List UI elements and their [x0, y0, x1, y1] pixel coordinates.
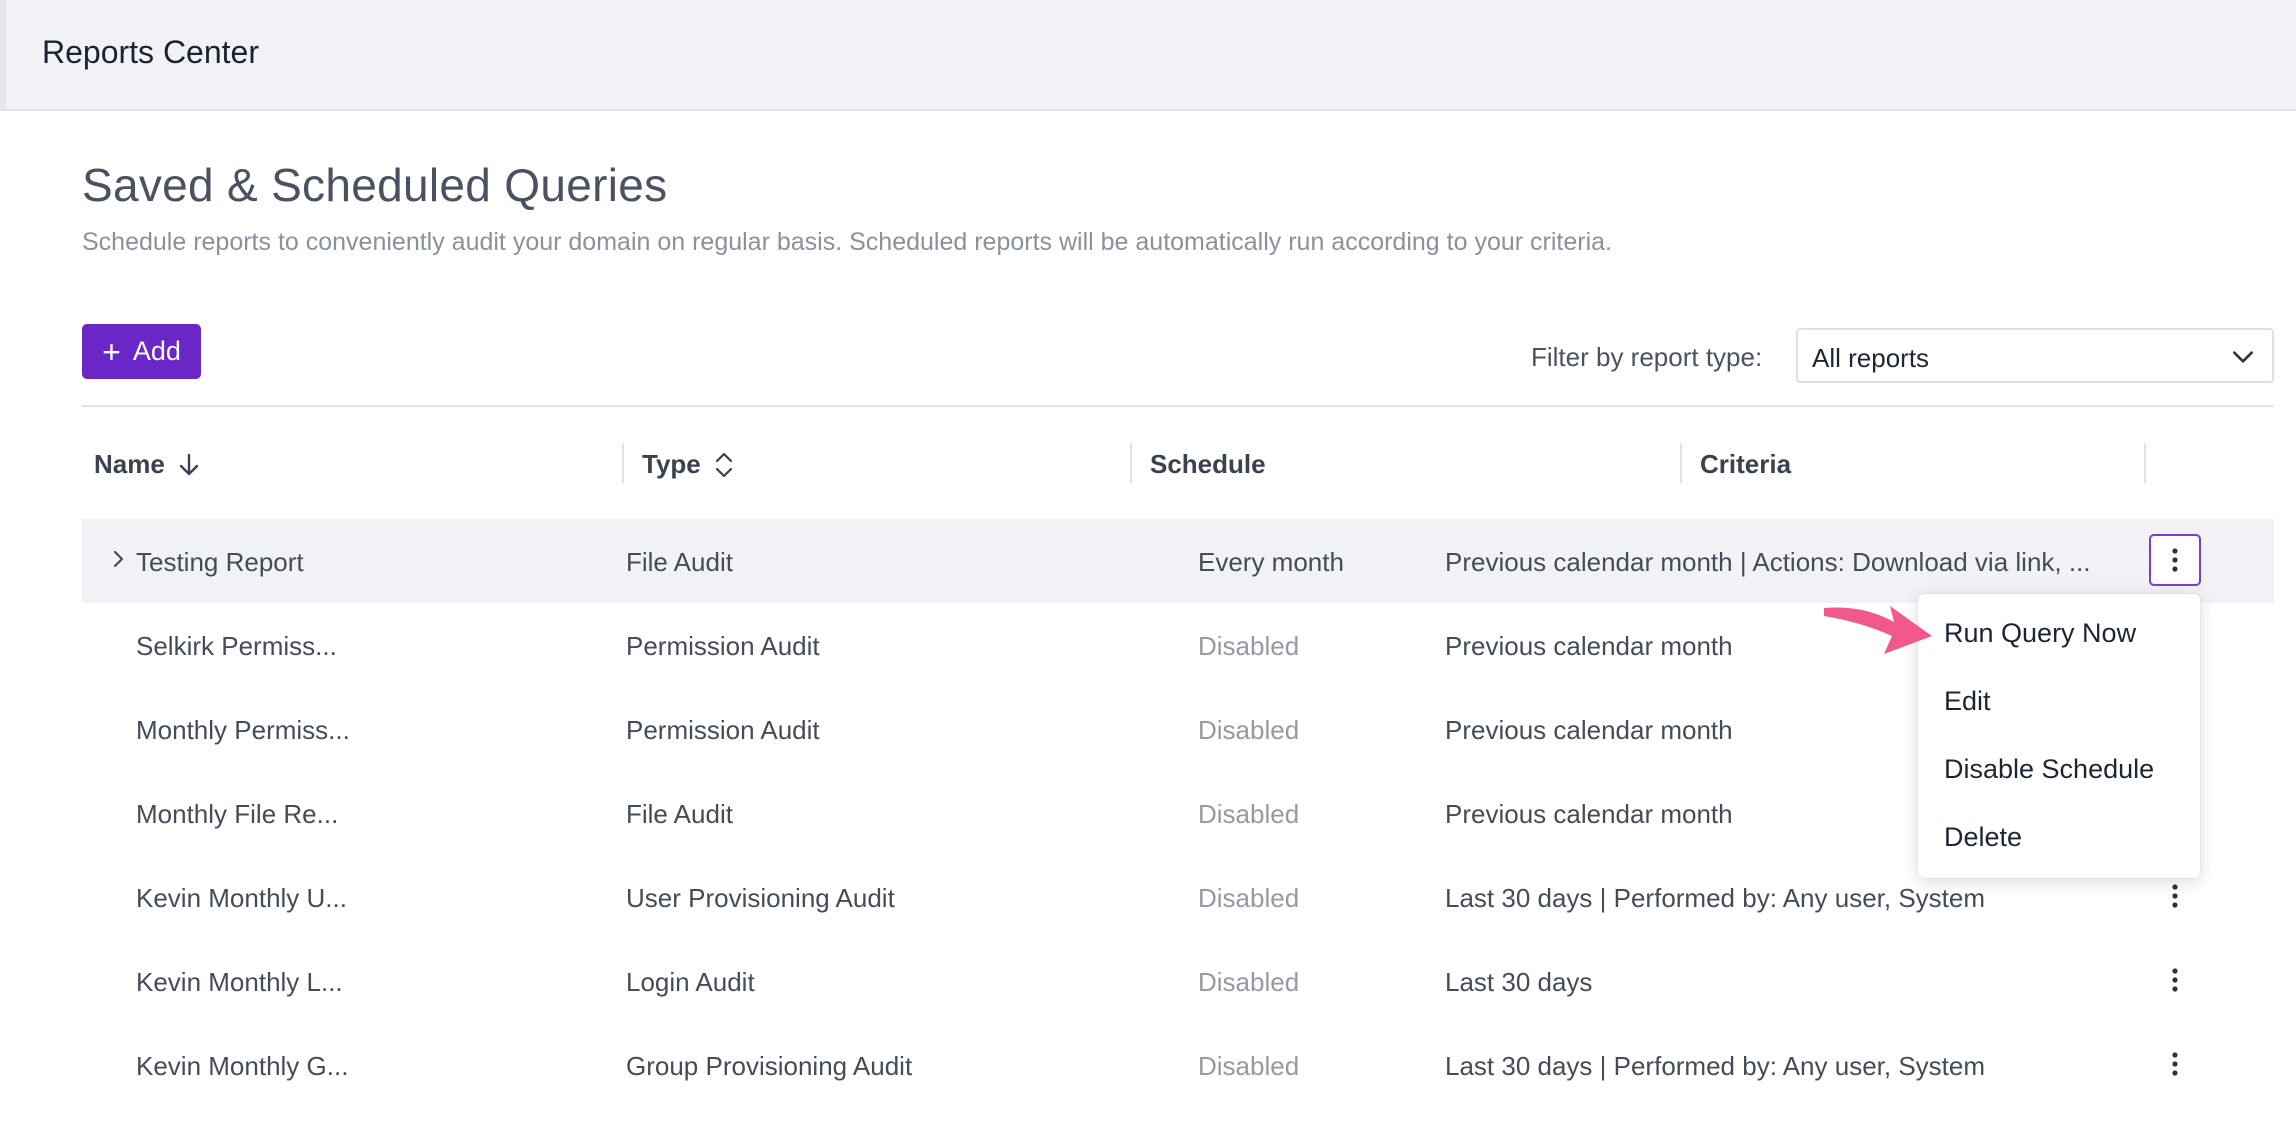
- page-title: Saved & Scheduled Queries: [82, 159, 668, 211]
- row-type: Permission Audit: [626, 715, 820, 745]
- row-type: Group Provisioning Audit: [626, 1051, 913, 1081]
- chevron-down-icon: [2233, 351, 2253, 363]
- row-schedule: Disabled: [1198, 883, 1300, 913]
- column-header-criteria: Criteria: [1700, 449, 1791, 480]
- row-type: File Audit: [626, 547, 733, 577]
- menu-item-run-query-now[interactable]: Run Query Now: [1944, 618, 2136, 649]
- table-header: Name Type Schedule Criteria: [82, 407, 2274, 519]
- row-name: Kevin Monthly U...: [136, 883, 347, 913]
- column-header-schedule-label: Schedule: [1150, 449, 1266, 479]
- page-description: Schedule reports to conveniently audit y…: [82, 228, 1612, 256]
- top-bar: Reports Center: [0, 0, 2296, 111]
- row-name: Monthly File Re...: [136, 799, 339, 829]
- row-actions-menu: Run Query Now Edit Disable Schedule Dele…: [1918, 594, 2200, 878]
- row-name: Selkirk Permiss...: [136, 631, 337, 661]
- row-schedule: Disabled: [1198, 715, 1300, 745]
- column-header-type[interactable]: Type: [642, 449, 735, 480]
- column-separator: [1680, 443, 1682, 483]
- arrow-down-icon: [179, 453, 199, 475]
- row-schedule: Disabled: [1198, 799, 1300, 829]
- menu-item-disable-schedule[interactable]: Disable Schedule: [1944, 754, 2154, 785]
- report-type-select-value: All reports: [1812, 343, 1930, 373]
- row-type: Permission Audit: [626, 631, 820, 661]
- row-name: Monthly Permiss...: [136, 715, 350, 745]
- row-type: User Provisioning Audit: [626, 883, 895, 913]
- add-button[interactable]: + Add: [82, 324, 201, 379]
- row-schedule: Disabled: [1198, 967, 1300, 997]
- sort-icon: [715, 452, 732, 477]
- pointer-arrow-icon: [1824, 606, 1932, 654]
- kebab-icon: [2172, 968, 2178, 992]
- row-actions-button[interactable]: [2149, 954, 2201, 1006]
- kebab-icon: [2172, 884, 2178, 908]
- kebab-icon: [2172, 548, 2178, 572]
- menu-item-delete[interactable]: Delete: [1944, 822, 2022, 853]
- row-type: Login Audit: [626, 967, 755, 997]
- row-schedule: Disabled: [1198, 631, 1300, 661]
- row-actions-button[interactable]: [2149, 1038, 2201, 1090]
- add-button-label: Add: [132, 336, 181, 366]
- row-criteria: Last 30 days: [1445, 967, 1593, 997]
- table-row[interactable]: Kevin Monthly G... Group Provisioning Au…: [82, 1023, 2274, 1107]
- table-row[interactable]: Testing Report File Audit Every month Pr…: [82, 519, 2274, 603]
- row-schedule: Every month: [1198, 547, 1344, 577]
- filter-label: Filter by report type:: [1531, 342, 1763, 372]
- column-header-name-label: Name: [94, 449, 165, 479]
- row-criteria: Previous calendar month | Actions: Downl…: [1445, 547, 2091, 577]
- row-name: Kevin Monthly L...: [136, 967, 343, 997]
- row-name: Testing Report: [136, 547, 304, 577]
- table-row[interactable]: Kevin Monthly L... Login Audit Disabled …: [82, 939, 2274, 1023]
- column-separator: [1130, 443, 1132, 483]
- row-criteria: Last 30 days | Performed by: Any user, S…: [1445, 1051, 1986, 1081]
- app-title: Reports Center: [42, 34, 259, 70]
- column-header-criteria-label: Criteria: [1700, 449, 1792, 479]
- column-header-name[interactable]: Name: [94, 449, 201, 480]
- row-actions-button[interactable]: [2149, 534, 2201, 586]
- column-separator: [622, 443, 624, 483]
- row-schedule: Disabled: [1198, 1051, 1300, 1081]
- row-criteria: Last 30 days | Performed by: Any user, S…: [1445, 883, 1986, 913]
- column-header-type-label: Type: [642, 449, 701, 479]
- row-type: File Audit: [626, 799, 733, 829]
- column-header-schedule: Schedule: [1150, 449, 1266, 480]
- column-separator: [2144, 443, 2146, 483]
- chevron-right-icon[interactable]: [108, 549, 128, 569]
- row-name: Kevin Monthly G...: [136, 1051, 349, 1081]
- plus-icon: +: [102, 333, 121, 370]
- report-type-select[interactable]: All reports: [1796, 328, 2274, 383]
- menu-item-edit[interactable]: Edit: [1944, 686, 1991, 717]
- kebab-icon: [2172, 1052, 2178, 1076]
